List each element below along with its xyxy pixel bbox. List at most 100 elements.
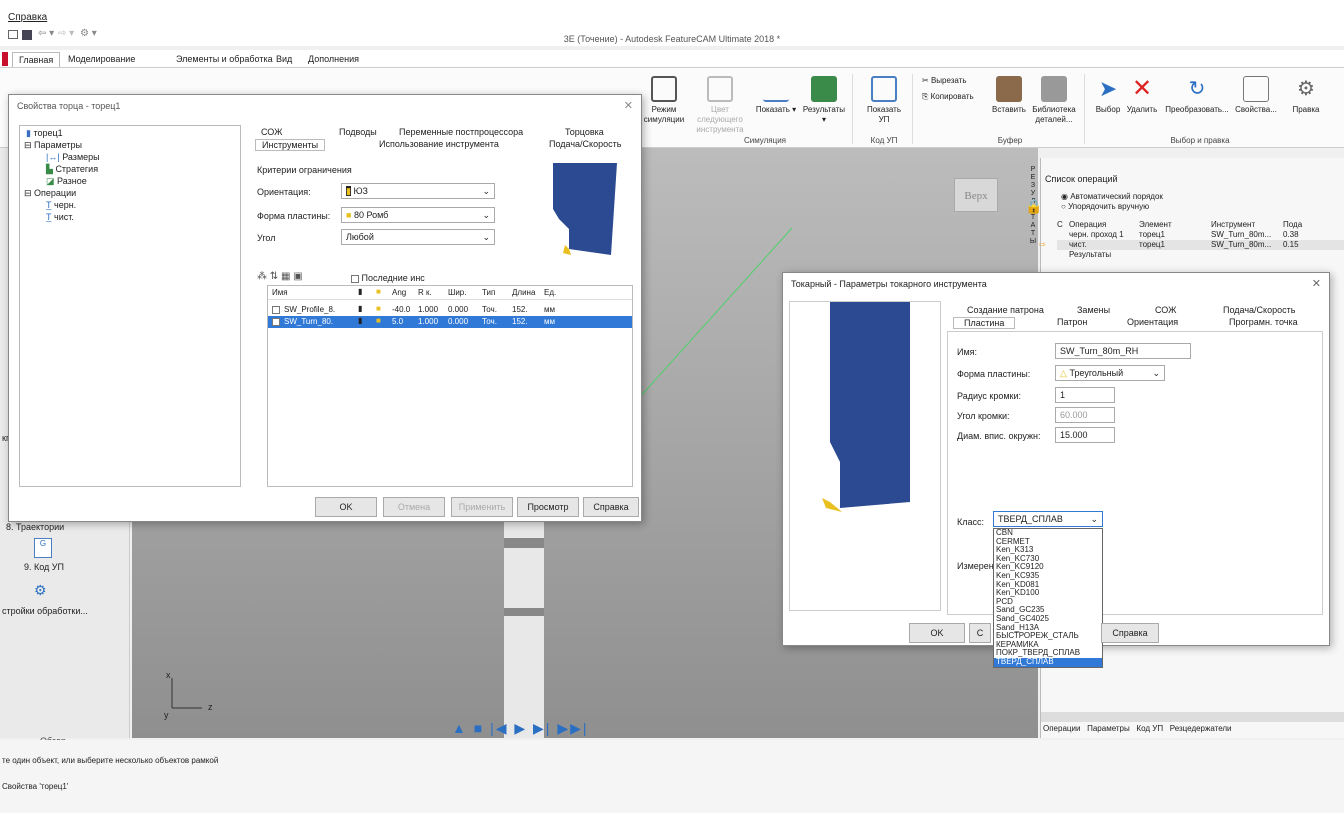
- play-icon[interactable]: ▲ ■ |◀ ▶ ▶| ▶▶|: [452, 720, 589, 736]
- tree-finish[interactable]: T̲ чист.: [46, 212, 74, 222]
- tab-insert[interactable]: Пластина: [953, 317, 1016, 329]
- left-nc-code[interactable]: 9. Код УП: [24, 562, 64, 572]
- next-tool-color-button[interactable]: Цвет следующего инструмента: [690, 76, 750, 135]
- col-length[interactable]: Длина: [512, 288, 535, 297]
- filter-icon[interactable]: ⁂: [257, 271, 267, 282]
- col-element[interactable]: Элемент: [1139, 220, 1172, 229]
- menu-help[interactable]: Справка: [8, 12, 47, 23]
- cancel-button[interactable]: Отмена: [383, 497, 445, 517]
- tab-modeling[interactable]: Моделирование: [62, 52, 141, 66]
- sort-icon[interactable]: ⇅: [270, 271, 278, 282]
- tab-home[interactable]: Главная: [12, 52, 61, 67]
- tab-coolant[interactable]: СОЖ: [1155, 305, 1176, 315]
- results-button[interactable]: Результаты ▾: [800, 76, 848, 125]
- tab-coolant[interactable]: СОЖ: [261, 127, 282, 137]
- app-menu-button[interactable]: [2, 52, 8, 66]
- transform-button[interactable]: ↻ Преобразовать...: [1162, 76, 1232, 115]
- last-tools-checkbox[interactable]: Последние инс: [351, 273, 425, 283]
- table-row[interactable]: SW_Turn_80. ▮ ■ 5.0 1.000 0.000 Точ. 152…: [268, 316, 632, 328]
- tab-chuck-create[interactable]: Создание патрона: [967, 305, 1044, 315]
- shape-select[interactable]: △ Треугольный ⌄: [1055, 365, 1165, 381]
- col-c[interactable]: С: [1057, 220, 1063, 229]
- ok-button[interactable]: OK: [909, 623, 965, 643]
- name-input[interactable]: SW_Turn_80m_RH: [1055, 343, 1191, 359]
- col-name[interactable]: Имя: [272, 288, 288, 297]
- view-cube-top[interactable]: Верх: [954, 178, 998, 212]
- preview-button[interactable]: Просмотр: [517, 497, 579, 517]
- col-width[interactable]: Шир.: [448, 288, 466, 297]
- copy-button[interactable]: ⎘ Копировать: [922, 92, 974, 102]
- row-checkbox[interactable]: [272, 305, 280, 314]
- tab-tool-usage[interactable]: Использование инструмента: [379, 139, 499, 149]
- row-checkbox[interactable]: [272, 317, 280, 326]
- tab-tools[interactable]: Инструменты: [255, 139, 326, 151]
- left-trajectories[interactable]: 8. Траектории: [6, 522, 64, 532]
- help-button[interactable]: Справка: [1101, 623, 1159, 643]
- class-select[interactable]: ТВЕРД_СПЛАВ ⌄: [993, 511, 1103, 527]
- playback-controls[interactable]: ▲ ■ |◀ ▶ ▶| ▶▶|: [452, 720, 589, 737]
- cancel-button[interactable]: C: [969, 623, 991, 643]
- tab-post-vars[interactable]: Переменные постпроцессора: [399, 127, 523, 137]
- sim-mode-button[interactable]: Режим симуляции: [640, 76, 688, 125]
- tab-feed-speed[interactable]: Подача/Скорость: [549, 139, 621, 149]
- tree-rough[interactable]: T̲ черн.: [46, 200, 76, 210]
- close-icon[interactable]: ✕: [624, 99, 633, 112]
- table-row[interactable]: черн. проход 1 торец1 SW_Turn_80m... 0.3…: [1057, 230, 1344, 240]
- table-row[interactable]: ⇨ чист. торец1 SW_Turn_80m... 0.15: [1039, 240, 1344, 250]
- paste-button[interactable]: Вставить: [985, 76, 1033, 115]
- edge-angle-input[interactable]: 60.000: [1055, 407, 1115, 423]
- grid-icon[interactable]: ▦: [281, 271, 290, 282]
- tree-face[interactable]: ▮ торец1: [26, 128, 63, 139]
- manual-order-radio[interactable]: ○ Упорядочить вручную: [1061, 202, 1149, 211]
- table-row[interactable]: SW_Profile_8. ▮ ■ -40.0 1.000 0.000 Точ.…: [268, 304, 632, 316]
- cut-button[interactable]: ✂ Вырезать: [922, 76, 967, 85]
- col-units[interactable]: Ед.: [544, 288, 556, 297]
- tab-feed-speed[interactable]: Подача/Скорость: [1223, 305, 1295, 315]
- tab-orientation[interactable]: Ориентация: [1127, 317, 1178, 327]
- close-icon[interactable]: ✕: [1312, 277, 1321, 290]
- tree-misc[interactable]: ◪ Разное: [46, 176, 87, 187]
- shape-select[interactable]: ■ 80 Ромб ⌄: [341, 207, 495, 223]
- tree-operations[interactable]: ⊟ Операции: [24, 188, 76, 199]
- ok-button[interactable]: OK: [315, 497, 377, 517]
- diameter-input[interactable]: 15.000: [1055, 427, 1115, 443]
- delete-button[interactable]: ✕ Удалить: [1122, 76, 1162, 115]
- tab-nc-code[interactable]: Код УП: [1136, 724, 1163, 733]
- left-settings[interactable]: стройки обработки...: [2, 606, 88, 616]
- tab-holder[interactable]: Патрон: [1057, 317, 1087, 327]
- col-feed[interactable]: Пода: [1283, 220, 1302, 229]
- results-row[interactable]: Результаты: [1057, 250, 1344, 260]
- orientation-select[interactable]: ▮ ЮЗ ⌄: [341, 183, 495, 199]
- angle-select[interactable]: Любой ⌄: [341, 229, 495, 245]
- settings-icon[interactable]: ⚙: [34, 582, 52, 600]
- tab-operations[interactable]: Операции: [1043, 724, 1080, 733]
- tab-prog-point[interactable]: Програмн. точка: [1229, 317, 1298, 327]
- horizontal-scrollbar[interactable]: [1041, 712, 1344, 722]
- tab-view[interactable]: Вид: [270, 52, 298, 66]
- apply-button[interactable]: Применить: [451, 497, 513, 517]
- tab-parameters[interactable]: Параметры: [1087, 724, 1130, 733]
- library-button[interactable]: Библиотека деталей...: [1030, 76, 1078, 125]
- tree-dimensions[interactable]: |↔| Размеры: [46, 152, 100, 162]
- tab-toolholders[interactable]: Резцедержатели: [1170, 724, 1232, 733]
- show-button[interactable]: Показать ▾: [752, 76, 800, 115]
- tab-addins[interactable]: Дополнения: [302, 52, 365, 66]
- tab-approaches[interactable]: Подводы: [339, 127, 377, 137]
- col-tool[interactable]: Инструмент: [1211, 220, 1255, 229]
- tree-params[interactable]: ⊟ Параметры: [24, 140, 82, 151]
- nc-code-icon[interactable]: G: [34, 538, 52, 558]
- show-nc-button[interactable]: Показать УП: [860, 76, 908, 125]
- edit-button[interactable]: ⚙ Правка: [1286, 76, 1326, 115]
- col-operation[interactable]: Операция: [1069, 220, 1106, 229]
- auto-order-radio[interactable]: ◉ Автоматический порядок: [1061, 192, 1163, 201]
- tree-strategy[interactable]: ▙ Стратегия: [46, 164, 98, 175]
- properties-button[interactable]: Свойства...: [1232, 76, 1280, 115]
- tab-facing[interactable]: Торцовка: [565, 127, 604, 137]
- help-button[interactable]: Справка: [583, 497, 639, 517]
- col-type[interactable]: Тип: [482, 288, 495, 297]
- class-option-selected[interactable]: ТВЕРД_СПЛАВ: [994, 657, 1102, 667]
- new-tool-icon[interactable]: ▣: [293, 271, 302, 282]
- tab-replacements[interactable]: Замены: [1077, 305, 1110, 315]
- col-radius[interactable]: R к.: [418, 288, 432, 297]
- col-ang[interactable]: Ang: [392, 288, 406, 297]
